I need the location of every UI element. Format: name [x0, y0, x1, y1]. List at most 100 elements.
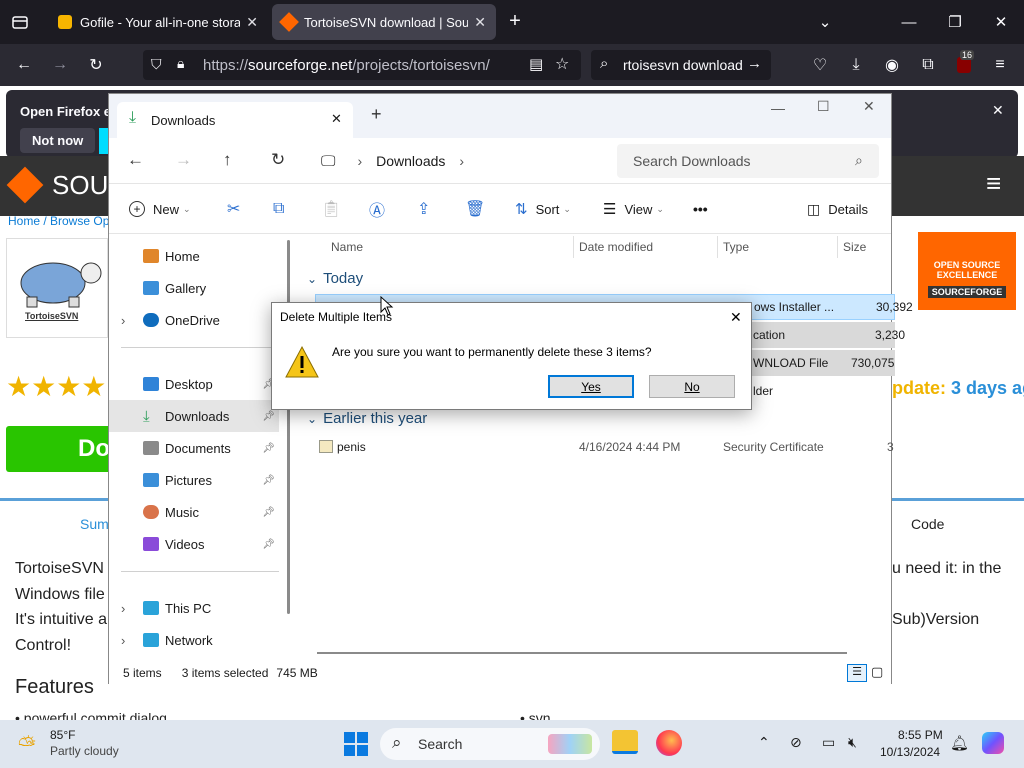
explorer-tab-downloads[interactable]: ⤓ Downloads ✕	[117, 102, 353, 138]
close-icon[interactable]: ✕	[246, 14, 258, 31]
horizontal-scrollbar[interactable]	[317, 652, 847, 654]
bookmark-star-icon[interactable]: ☆	[555, 54, 569, 74]
new-tab-button[interactable]: +	[504, 10, 526, 34]
minimize-icon[interactable]: —	[771, 100, 785, 116]
cut-icon[interactable]: ✂	[227, 184, 240, 234]
sidebar-item-this-pc[interactable]: › This PC	[109, 592, 279, 624]
sidebar-item-pictures[interactable]: Pictures 📌︎	[109, 464, 279, 496]
details-button[interactable]: ◫ Details	[807, 184, 868, 234]
pin-icon[interactable]: 📌︎	[262, 411, 275, 422]
column-header-size[interactable]: Size	[843, 240, 866, 254]
shield-icon[interactable]: ⛉	[151, 56, 162, 73]
forward-icon[interactable]: →	[175, 150, 192, 170]
close-window-icon[interactable]: ✕	[863, 98, 875, 115]
sidebar-item-music[interactable]: Music 📌︎	[109, 496, 279, 528]
sidebar-item-gallery[interactable]: Gallery	[109, 272, 279, 304]
pin-icon[interactable]: 📌︎	[262, 507, 275, 518]
tab-gofile[interactable]: Gofile - Your all-in-one storage ✕	[48, 4, 268, 40]
weather-widget[interactable]: ⛅︎ 85°F Partly cloudy	[16, 726, 156, 762]
delete-icon[interactable]: 🗑︎	[465, 184, 485, 234]
tab-code[interactable]: Code	[911, 516, 944, 532]
chevron-up-icon[interactable]: ⌃	[758, 734, 770, 751]
volume-muted-icon[interactable]: 🔇︎	[848, 734, 857, 751]
go-arrow-icon[interactable]: →	[747, 55, 762, 72]
no-button[interactable]: No	[649, 375, 735, 398]
url-bar[interactable]: ⛉ 🔒︎ https://sourceforge.net/projects/to…	[143, 50, 581, 80]
expand-chevron-icon[interactable]: ›	[121, 313, 143, 328]
close-icon[interactable]: ✕	[992, 102, 1004, 119]
expand-chevron-icon[interactable]: ›	[121, 601, 143, 616]
pocket-icon[interactable]: ♡	[804, 44, 836, 86]
sidebar-item-network[interactable]: › Network	[109, 624, 279, 656]
copilot-icon[interactable]	[982, 732, 1004, 754]
start-button[interactable]	[344, 732, 368, 756]
extensions-icon[interactable]: ⧉	[912, 44, 944, 86]
table-row[interactable]: penis 4/16/2024 4:44 PM Security Certifi…	[315, 434, 895, 460]
refresh-icon[interactable]: ↻	[271, 150, 285, 170]
clock-date[interactable]: 10/13/2024	[880, 745, 940, 759]
address-bar[interactable]: 🖵︎ › Downloads ›	[309, 144, 609, 178]
expand-chevron-icon[interactable]: ›	[121, 633, 143, 648]
share-icon[interactable]: ⇪	[417, 184, 430, 234]
display-tray-icon[interactable]: ▭	[822, 734, 835, 751]
column-header-name[interactable]: Name	[331, 240, 363, 254]
paste-icon[interactable]: 📋︎	[321, 184, 341, 234]
tab-tortoisesvn[interactable]: TortoiseSVN download | SourceForge ✕	[272, 4, 496, 40]
taskbar-search[interactable]: ⌕ Search	[380, 728, 600, 760]
up-icon[interactable]: ↑	[223, 150, 232, 170]
tab-overflow-icon[interactable]: ⌄	[802, 0, 848, 44]
breadcrumb-location[interactable]: Downloads	[376, 153, 445, 169]
reader-view-icon[interactable]: ▤	[529, 55, 543, 73]
maximize-icon[interactable]: ☐	[817, 98, 830, 115]
breadcrumb[interactable]: Home / Browse Op	[8, 214, 109, 228]
close-icon[interactable]: ✕	[474, 14, 486, 31]
tiles-view-icon[interactable]: ▢	[871, 664, 883, 680]
copy-icon[interactable]: ⧉	[273, 184, 284, 234]
tab-list-icon[interactable]	[8, 10, 32, 34]
account-icon[interactable]: ◉	[876, 44, 908, 86]
search-bar[interactable]: ⌕ rtoisesvn download →	[591, 50, 771, 80]
explorer-search-input[interactable]: Search Downloads ⌕	[617, 144, 879, 178]
close-icon[interactable]: ✕	[331, 111, 342, 127]
pin-icon[interactable]: 📌︎	[262, 443, 275, 454]
pin-icon[interactable]: 📌︎	[262, 539, 275, 550]
sidebar-item-documents[interactable]: Documents 📌︎	[109, 432, 279, 464]
network-tray-icon[interactable]: ⊘	[790, 734, 802, 751]
ublock-icon[interactable]: 16	[948, 44, 980, 86]
downloads-icon[interactable]: ⤓	[840, 44, 872, 86]
sidebar-item-videos[interactable]: Videos 📌︎	[109, 528, 279, 560]
yes-button[interactable]: Yes	[548, 375, 634, 398]
new-tab-button[interactable]: +	[371, 104, 382, 125]
file-explorer-taskbar-icon[interactable]	[612, 730, 638, 754]
hamburger-icon[interactable]: ≡	[986, 168, 1001, 199]
close-window-icon[interactable]: ✕	[978, 0, 1024, 44]
lock-icon[interactable]: 🔒︎	[177, 55, 184, 72]
firefox-taskbar-icon[interactable]	[656, 730, 682, 756]
menu-icon[interactable]: ≡	[984, 44, 1016, 86]
new-button[interactable]: + New ⌄	[129, 184, 191, 234]
sidebar-item-downloads[interactable]: ⤓ Downloads 📌︎	[109, 400, 279, 432]
view-button[interactable]: ☰ View ⌄	[603, 184, 664, 234]
details-view-icon[interactable]: ☰	[847, 664, 867, 682]
rename-icon[interactable]: Ⓐ	[369, 184, 385, 234]
notification-bell-icon[interactable]: 🔔︎	[950, 734, 969, 752]
maximize-icon[interactable]: ❐	[932, 0, 978, 44]
minimize-icon[interactable]: —	[886, 0, 932, 44]
nav-pane-scrollbar[interactable]	[287, 240, 290, 614]
forward-icon[interactable]: →	[44, 44, 76, 86]
not-now-button[interactable]: Not now	[20, 128, 96, 153]
sidebar-item-onedrive[interactable]: › OneDrive	[109, 304, 279, 336]
sidebar-item-desktop[interactable]: Desktop 📌︎	[109, 368, 279, 400]
column-header-date[interactable]: Date modified	[579, 240, 653, 254]
sidebar-item-home[interactable]: Home	[109, 240, 279, 272]
more-options-button[interactable]: •••	[693, 184, 708, 234]
tab-summary[interactable]: Sum	[80, 516, 109, 532]
sort-button[interactable]: ⇅ Sort ⌄	[515, 184, 571, 234]
close-icon[interactable]: ✕	[730, 309, 742, 326]
reload-icon[interactable]: ↻	[80, 44, 112, 86]
back-icon[interactable]: ←	[8, 44, 40, 86]
group-header-today[interactable]: ⌄ Today	[307, 270, 363, 287]
column-header-type[interactable]: Type	[723, 240, 749, 254]
download-button[interactable]: Do	[6, 426, 116, 472]
back-icon[interactable]: ←	[127, 150, 144, 170]
